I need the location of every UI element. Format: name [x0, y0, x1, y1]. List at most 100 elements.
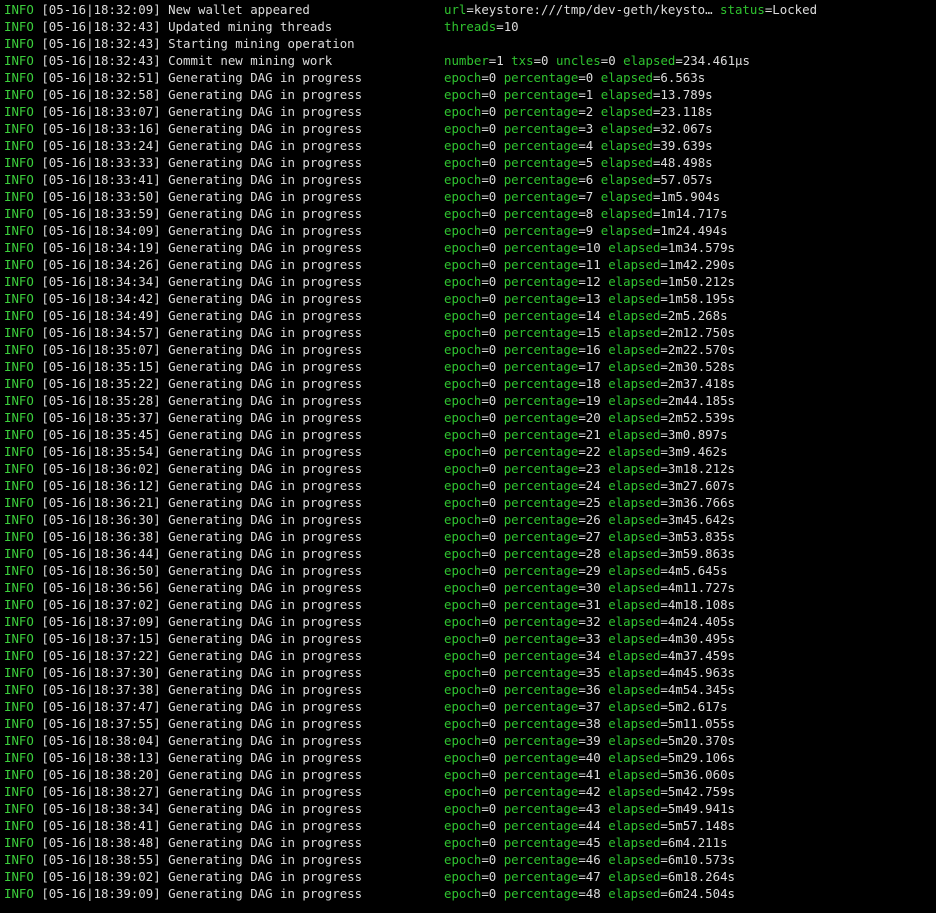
context-equals: =: [675, 53, 683, 68]
context-key: elapsed: [600, 189, 653, 204]
context-value: 0: [488, 597, 497, 612]
log-timestamp: [05-16|18:34:57]: [41, 325, 161, 340]
context-value: 6m24.504s: [667, 886, 736, 901]
log-message: Generating DAG in progress: [168, 257, 363, 272]
context-key: epoch: [444, 257, 482, 272]
context-value: 0: [488, 274, 497, 289]
log-line: INFO [05-16|18:38:48] Generating DAG in …: [4, 834, 934, 851]
context-value: 0: [488, 325, 497, 340]
context-value: 24: [585, 478, 601, 493]
log-level: INFO: [4, 70, 34, 85]
log-context: epoch=0 percentage=34 elapsed=4m37.459s: [444, 647, 735, 664]
context-value: 0: [488, 835, 497, 850]
context-value: 38: [585, 716, 601, 731]
context-equals: =: [660, 376, 668, 391]
context-value: 2m52.539s: [667, 410, 736, 425]
context-key: percentage: [503, 155, 579, 170]
log-message: Generating DAG in progress: [168, 325, 363, 340]
context-equals: =: [496, 19, 504, 34]
log-message: Generating DAG in progress: [168, 512, 363, 527]
log-timestamp: [05-16|18:32:43]: [41, 19, 161, 34]
context-value: 23.118s: [660, 104, 713, 119]
log-context: epoch=0 percentage=20 elapsed=2m52.539s: [444, 409, 735, 426]
log-line: INFO [05-16|18:37:09] Generating DAG in …: [4, 613, 934, 630]
log-level: INFO: [4, 274, 34, 289]
context-equals: =: [660, 563, 668, 578]
context-equals: =: [578, 750, 586, 765]
context-key: elapsed: [608, 614, 661, 629]
log-context: epoch=0 percentage=48 elapsed=6m24.504s: [444, 885, 735, 902]
context-value: 1m14.717s: [660, 206, 728, 221]
log-line: INFO [05-16|18:32:43] Updated mining thr…: [4, 18, 934, 35]
context-value: 39.639s: [660, 138, 713, 153]
log-level: INFO: [4, 410, 34, 425]
context-equals: =: [481, 495, 489, 510]
context-key: epoch: [444, 240, 482, 255]
log-line: INFO [05-16|18:34:34] Generating DAG in …: [4, 273, 934, 290]
context-key: elapsed: [608, 563, 661, 578]
log-timestamp: [05-16|18:37:15]: [41, 631, 161, 646]
context-value: 3m18.212s: [667, 461, 736, 476]
context-value: 0: [488, 359, 497, 374]
context-equals: =: [660, 410, 668, 425]
context-value: 17: [585, 359, 601, 374]
log-message: Generating DAG in progress: [168, 818, 363, 833]
log-context: epoch=0 percentage=36 elapsed=4m54.345s: [444, 681, 735, 698]
log-level: INFO: [4, 699, 34, 714]
context-value: 4m11.727s: [667, 580, 736, 595]
log-context: epoch=0 percentage=8 elapsed=1m14.717s: [444, 205, 728, 222]
context-equals: =: [660, 682, 668, 697]
context-value: 41: [585, 767, 601, 782]
log-message: New wallet appeared: [168, 2, 310, 17]
context-key: percentage: [503, 206, 579, 221]
context-key: percentage: [503, 648, 579, 663]
context-key: elapsed: [608, 597, 661, 612]
context-value: 6m18.264s: [667, 869, 736, 884]
context-value: 0: [488, 223, 497, 238]
context-key: epoch: [444, 512, 482, 527]
context-equals: =: [578, 614, 586, 629]
context-equals: =: [660, 699, 668, 714]
context-value: 0: [541, 53, 549, 68]
context-key: percentage: [503, 444, 579, 459]
context-value: 0: [488, 784, 497, 799]
log-level: INFO: [4, 716, 34, 731]
context-equals: =: [481, 546, 489, 561]
log-level: INFO: [4, 427, 34, 442]
context-key: epoch: [444, 495, 482, 510]
context-key: percentage: [503, 478, 579, 493]
log-level: INFO: [4, 818, 34, 833]
context-value: 0: [488, 682, 497, 697]
log-timestamp: [05-16|18:36:21]: [41, 495, 161, 510]
context-value: 234.461µs: [682, 53, 750, 68]
context-equals: =: [481, 733, 489, 748]
log-timestamp: [05-16|18:36:02]: [41, 461, 161, 476]
context-equals: =: [481, 597, 489, 612]
log-message: Commit new mining work: [168, 53, 333, 68]
context-key: epoch: [444, 206, 482, 221]
context-equals: =: [578, 223, 586, 238]
context-equals: =: [578, 376, 586, 391]
context-key: epoch: [444, 801, 482, 816]
context-value: 2m5.268s: [667, 308, 728, 323]
context-equals: =: [481, 444, 489, 459]
log-context: epoch=0 percentage=46 elapsed=6m10.573s: [444, 851, 735, 868]
context-value: 39: [585, 733, 601, 748]
log-timestamp: [05-16|18:36:56]: [41, 580, 161, 595]
log-timestamp: [05-16|18:34:34]: [41, 274, 161, 289]
log-timestamp: [05-16|18:32:43]: [41, 53, 161, 68]
context-value: 0: [488, 393, 497, 408]
log-context: epoch=0 percentage=47 elapsed=6m18.264s: [444, 868, 735, 885]
log-message: Generating DAG in progress: [168, 495, 363, 510]
context-value: 45: [585, 835, 601, 850]
log-message: Generating DAG in progress: [168, 733, 363, 748]
context-key: percentage: [503, 308, 579, 323]
context-equals: =: [578, 410, 586, 425]
terminal-window[interactable]: INFO [05-16|18:32:09] New wallet appeare…: [0, 0, 936, 913]
context-value: 12: [585, 274, 601, 289]
context-equals: =: [481, 665, 489, 680]
log-message: Generating DAG in progress: [168, 682, 363, 697]
log-level: INFO: [4, 597, 34, 612]
log-line: INFO [05-16|18:37:55] Generating DAG in …: [4, 715, 934, 732]
context-key: percentage: [503, 614, 579, 629]
